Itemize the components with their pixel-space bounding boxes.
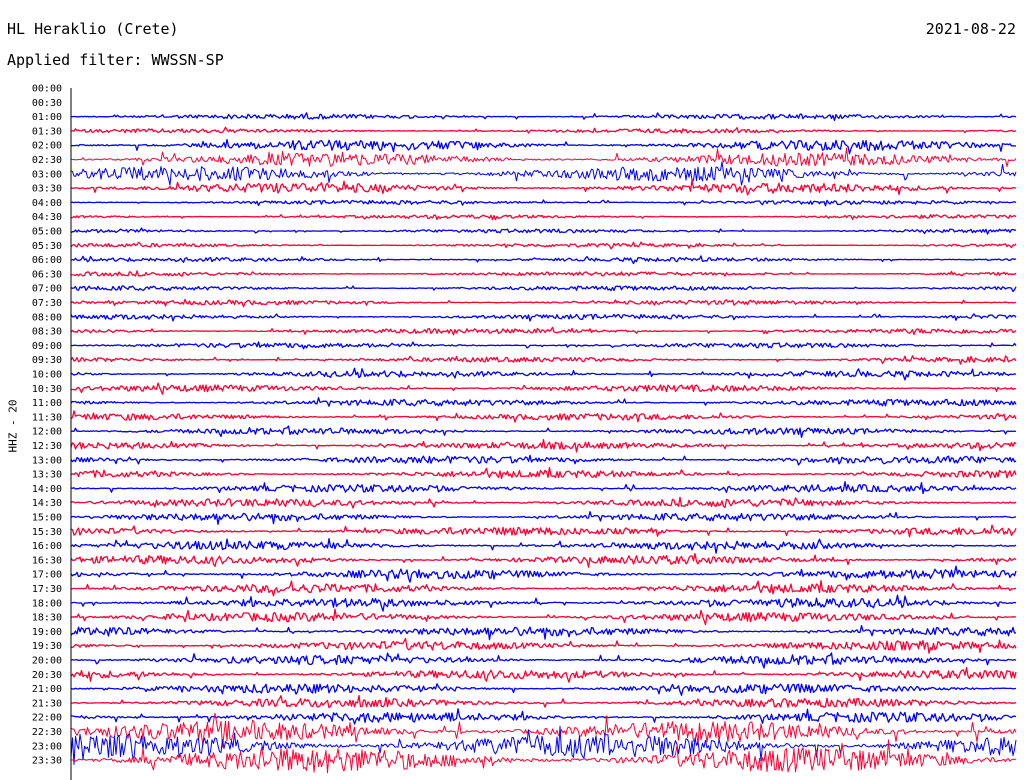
time-tick-label: 10:30 bbox=[32, 384, 62, 395]
time-tick-label: 19:30 bbox=[32, 641, 62, 652]
time-tick-label: 21:30 bbox=[32, 698, 62, 709]
time-tick-label: 22:30 bbox=[32, 727, 62, 738]
trace-1600 bbox=[70, 538, 1017, 554]
trace-1230 bbox=[70, 438, 1017, 453]
time-tick-label: 05:00 bbox=[32, 227, 62, 238]
time-tick-label: 10:00 bbox=[32, 370, 62, 381]
time-tick-label: 15:00 bbox=[32, 513, 62, 524]
time-tick-label: 06:00 bbox=[32, 255, 62, 266]
trace-1730 bbox=[71, 580, 1017, 597]
time-tick-labels: 00:00 00:30 01:00 01:30 02:00 02:30 03:00 03:30… bbox=[32, 84, 62, 767]
time-tick-label: 17:00 bbox=[32, 570, 62, 581]
trace-0730 bbox=[70, 298, 1017, 308]
time-tick-label: 00:30 bbox=[32, 98, 62, 109]
trace-1930 bbox=[70, 637, 1017, 654]
time-tick-label: 16:30 bbox=[32, 555, 62, 566]
time-tick-label: 15:30 bbox=[32, 527, 62, 538]
time-tick-label: 21:00 bbox=[32, 684, 62, 695]
trace-0230 bbox=[70, 147, 1017, 167]
trace-2030 bbox=[70, 666, 1017, 683]
trace-0200 bbox=[70, 138, 1017, 155]
time-tick-label: 02:00 bbox=[32, 141, 62, 152]
trace-0300 bbox=[70, 161, 1017, 186]
time-tick-label: 02:30 bbox=[32, 155, 62, 166]
time-tick-label: 05:30 bbox=[32, 241, 62, 252]
time-tick-label: 13:00 bbox=[32, 455, 62, 466]
time-tick-label: 00:00 bbox=[32, 84, 62, 95]
trace-1330 bbox=[70, 466, 1017, 480]
seismic-traces bbox=[70, 112, 1017, 774]
time-tick-label: 20:30 bbox=[32, 670, 62, 681]
trace-1130 bbox=[70, 410, 1017, 423]
time-tick-label: 09:00 bbox=[32, 341, 62, 352]
trace-0630 bbox=[70, 270, 1017, 277]
trace-1030 bbox=[70, 382, 1017, 395]
time-tick-label: 22:00 bbox=[32, 713, 62, 724]
trace-1300 bbox=[70, 454, 1017, 466]
time-tick-label: 14:00 bbox=[32, 484, 62, 495]
trace-1200 bbox=[70, 425, 1017, 439]
time-tick-label: 16:00 bbox=[32, 541, 62, 552]
trace-0330 bbox=[70, 179, 1017, 196]
time-tick-label: 08:30 bbox=[32, 327, 62, 338]
time-tick-label: 07:00 bbox=[32, 284, 62, 295]
trace-0830 bbox=[70, 326, 1017, 336]
time-tick-label: 14:30 bbox=[32, 498, 62, 509]
trace-1800 bbox=[70, 594, 1017, 612]
trace-1700 bbox=[70, 565, 1017, 583]
trace-0600 bbox=[70, 255, 1017, 265]
time-tick-label: 04:00 bbox=[32, 198, 62, 209]
trace-0700 bbox=[70, 285, 1017, 293]
trace-0930 bbox=[70, 355, 1017, 365]
trace-0430 bbox=[70, 214, 1017, 221]
trace-1100 bbox=[70, 397, 1017, 407]
time-tick-label: 17:30 bbox=[32, 584, 62, 595]
trace-0530 bbox=[70, 241, 1017, 250]
time-tick-label: 07:30 bbox=[32, 298, 62, 309]
trace-1000 bbox=[70, 367, 1017, 381]
time-tick-label: 11:30 bbox=[32, 412, 62, 423]
trace-0900 bbox=[70, 341, 1017, 350]
time-tick-label: 08:00 bbox=[32, 312, 62, 323]
time-tick-label: 09:30 bbox=[32, 355, 62, 366]
trace-1900 bbox=[70, 624, 1017, 641]
time-tick-label: 12:30 bbox=[32, 441, 62, 452]
trace-1530 bbox=[70, 524, 1017, 538]
trace-1630 bbox=[70, 552, 1017, 568]
time-tick-label: 20:00 bbox=[32, 656, 62, 667]
time-tick-label: 01:00 bbox=[32, 112, 62, 123]
time-tick-label: 03:30 bbox=[32, 184, 62, 195]
time-tick-label: 13:30 bbox=[32, 470, 62, 481]
time-tick-label: 18:30 bbox=[32, 613, 62, 624]
trace-2130 bbox=[70, 694, 1017, 709]
trace-0800 bbox=[70, 313, 1017, 322]
trace-2100 bbox=[70, 683, 1017, 696]
time-tick-label: 19:00 bbox=[32, 627, 62, 638]
trace-0400 bbox=[70, 199, 1017, 207]
seismogram-plot: 00:00 00:30 01:00 01:30 02:00 02:30 03:00 03:30… bbox=[32, 84, 1017, 780]
time-tick-label: 12:00 bbox=[32, 427, 62, 438]
trace-1500 bbox=[70, 511, 1017, 525]
trace-0100 bbox=[71, 112, 1017, 122]
time-tick-label: 23:30 bbox=[32, 756, 62, 767]
time-tick-label: 11:00 bbox=[32, 398, 62, 409]
time-tick-label: 23:00 bbox=[32, 741, 62, 752]
time-tick-label: 04:30 bbox=[32, 212, 62, 223]
trace-1830 bbox=[70, 608, 1017, 626]
trace-2000 bbox=[70, 652, 1017, 669]
trace-0500 bbox=[70, 227, 1017, 235]
trace-1430 bbox=[70, 496, 1017, 509]
trace-0130 bbox=[70, 126, 1017, 134]
time-tick-label: 06:30 bbox=[32, 269, 62, 280]
trace-1400 bbox=[70, 481, 1017, 495]
time-tick-label: 18:00 bbox=[32, 598, 62, 609]
time-tick-label: 03:00 bbox=[32, 169, 62, 180]
time-tick-label: 01:30 bbox=[32, 126, 62, 137]
trace-2200 bbox=[70, 708, 1017, 725]
